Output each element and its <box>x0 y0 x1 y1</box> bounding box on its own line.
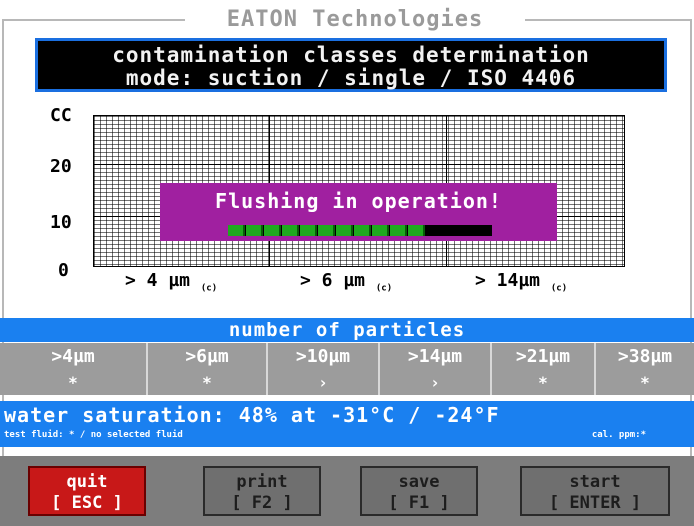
test-fluid-text: test fluid: * / no selected fluid <box>4 430 183 440</box>
progress-segment <box>264 225 281 236</box>
quit-key: [ ESC ] <box>51 493 123 513</box>
particle-header-4um: >4µm <box>0 343 148 371</box>
print-key: [ F2 ] <box>231 493 293 513</box>
progress-segment <box>372 225 389 236</box>
progress-segment <box>318 225 335 236</box>
particle-header-38um: >38µm <box>596 343 694 371</box>
particle-value-14um: › <box>380 371 492 395</box>
popup-message: Flushing in operation! <box>215 189 502 213</box>
print-button[interactable]: print [ F2 ] <box>203 466 321 516</box>
save-button[interactable]: save [ F1 ] <box>360 466 478 516</box>
water-saturation-text: water saturation: 48% at -31°C / -24°F <box>4 403 500 427</box>
calibration-text: cal. ppm:* <box>591 430 646 440</box>
particle-value-21um: * <box>492 371 596 395</box>
quit-label: quit <box>66 472 108 492</box>
progress-segment <box>246 225 263 236</box>
particle-header-21um: >21µm <box>492 343 596 371</box>
progress-segment <box>354 225 371 236</box>
particle-value-4um: * <box>0 371 148 395</box>
start-button[interactable]: start [ ENTER ] <box>520 466 670 516</box>
mode-header: contamination classes determination mode… <box>35 38 667 92</box>
frame-top-left <box>2 19 185 21</box>
frame-top-right <box>525 19 692 21</box>
y-unit-label: CC <box>50 105 72 126</box>
particle-header-14um: >14µm <box>380 343 492 371</box>
progress-segment <box>408 225 425 236</box>
progress-segment <box>390 225 407 236</box>
quit-button[interactable]: quit [ ESC ] <box>28 466 146 516</box>
x-tick-14um: > 14µm (c) <box>475 270 568 294</box>
y-tick-20: 20 <box>50 156 72 177</box>
x-tick-6um: > 6 µm (c) <box>300 270 393 294</box>
y-tick-0: 0 <box>58 260 69 281</box>
start-label: start <box>569 472 621 492</box>
particle-header-6um: >6µm <box>148 343 268 371</box>
progress-fill <box>228 225 426 236</box>
brand-title: EATON Technologies <box>185 5 525 35</box>
water-saturation-panel: water saturation: 48% at -31°C / -24°F t… <box>0 401 694 447</box>
flushing-popup: Flushing in operation! <box>160 183 557 241</box>
particle-value-38um: * <box>596 371 694 395</box>
print-label: print <box>236 472 288 492</box>
header-line-1: contamination classes determination <box>112 43 590 67</box>
header-line-2: mode: suction / single / ISO 4406 <box>125 66 577 90</box>
progress-segment <box>228 225 245 236</box>
progress-segment <box>282 225 299 236</box>
particles-title: number of particles <box>0 318 694 342</box>
progress-segment <box>300 225 317 236</box>
save-key: [ F1 ] <box>388 493 450 513</box>
particle-value-6um: * <box>148 371 268 395</box>
footer-bar: quit [ ESC ] print [ F2 ] save [ F1 ] st… <box>0 456 694 526</box>
progress-segment <box>336 225 353 236</box>
particle-value-10um: › <box>268 371 380 395</box>
particle-header-10um: >10µm <box>268 343 380 371</box>
start-key: [ ENTER ] <box>548 493 642 513</box>
save-label: save <box>398 472 440 492</box>
x-tick-4um: > 4 µm (c) <box>125 270 218 294</box>
flushing-progress-bar <box>228 225 492 236</box>
y-tick-10: 10 <box>50 212 72 233</box>
